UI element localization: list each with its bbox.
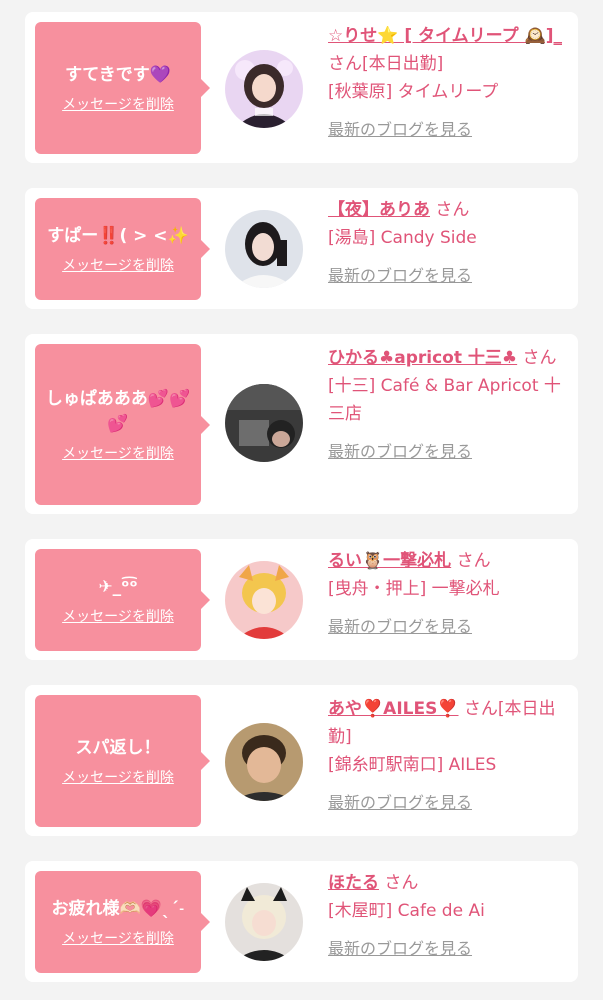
latest-blog-link[interactable]: 最新のブログを見る	[328, 262, 472, 286]
message-card: ✈︎_ᵒ͡ᵒ メッセージを削除 るい🦉一撃必札 さん [曳舟・押上] 一撃必札 …	[25, 539, 578, 660]
message-text: しゅぱあああ💕💕💕	[45, 388, 191, 434]
cast-name-link[interactable]: ほたる	[328, 873, 379, 893]
cast-name-link[interactable]: ☆りせ⭐ [ タイムリープ 🕰️]_	[328, 26, 562, 46]
cast-name-line: ☆りせ⭐ [ タイムリープ 🕰️]_ さん[本日出勤]	[328, 22, 563, 78]
message-list: すてきです💜 メッセージを削除 ☆りせ⭐ [ タイムリープ 🕰️]_ さん[本日…	[0, 0, 603, 1000]
cast-name-line: ほたる さん	[328, 869, 563, 897]
message-text: すぱー‼️( > <✨	[47, 225, 189, 246]
shop-label: [曳舟・押上] 一撃必札	[328, 579, 500, 599]
message-text: すてきです💜	[65, 64, 171, 85]
message-card: すてきです💜 メッセージを削除 ☆りせ⭐ [ タイムリープ 🕰️]_ さん[本日…	[25, 12, 578, 163]
shop-label: [木屋町] Cafe de Ai	[328, 901, 485, 921]
avatar[interactable]	[225, 50, 303, 128]
avatar[interactable]	[225, 723, 303, 801]
delete-message-link[interactable]: メッセージを削除	[62, 443, 174, 463]
honorific: さん	[435, 200, 470, 220]
cast-name-line: あや❣️AILES❣️ さん[本日出勤]	[328, 695, 563, 751]
message-bubble: ✈︎_ᵒ͡ᵒ メッセージを削除	[35, 549, 210, 651]
honorific: さん	[456, 551, 491, 571]
cast-info: あや❣️AILES❣️ さん[本日出勤] [錦糸町駅南口] AILES 最新のブ…	[328, 695, 563, 813]
cast-info: ほたる さん [木屋町] Cafe de Ai 最新のブログを見る	[328, 869, 563, 959]
work-status: [本日出勤]	[362, 54, 444, 74]
cast-info: ☆りせ⭐ [ タイムリープ 🕰️]_ さん[本日出勤] [秋葉原] タイムリープ…	[328, 22, 563, 140]
cast-name-line: 【夜】ありあ さん	[328, 196, 563, 224]
latest-blog-link[interactable]: 最新のブログを見る	[328, 438, 472, 462]
girl-photo-icon	[225, 883, 303, 961]
latest-blog-link[interactable]: 最新のブログを見る	[328, 935, 472, 959]
girl-photo-icon	[225, 210, 303, 288]
honorific: さん	[328, 54, 362, 74]
latest-blog-link[interactable]: 最新のブログを見る	[328, 613, 472, 637]
cast-info: 【夜】ありあ さん [湯島] Candy Side 最新のブログを見る	[328, 196, 563, 286]
avatar[interactable]	[225, 210, 303, 288]
latest-blog-link[interactable]: 最新のブログを見る	[328, 116, 472, 140]
girl-photo-icon	[225, 50, 303, 128]
message-bubble: お疲れ様🫶🏻💗ˎˊ˗ メッセージを削除	[35, 871, 210, 973]
cast-name-link[interactable]: 【夜】ありあ	[328, 200, 430, 220]
message-bubble: すぱー‼️( > <✨ メッセージを削除	[35, 198, 210, 300]
message-text: スパ返し！	[75, 737, 161, 758]
message-card: しゅぱあああ💕💕💕 メッセージを削除 ひかる♣apricot 十三♣ さん [十…	[25, 334, 578, 514]
delete-message-link[interactable]: メッセージを削除	[62, 255, 174, 275]
message-card: お疲れ様🫶🏻💗ˎˊ˗ メッセージを削除 ほたる さん [木屋町] Cafe de…	[25, 861, 578, 982]
girl-photo-icon	[225, 561, 303, 639]
message-bubble: しゅぱあああ💕💕💕 メッセージを削除	[35, 344, 210, 505]
cast-name-link[interactable]: るい🦉一撃必札	[328, 551, 451, 571]
shop-label: [秋葉原] タイムリープ	[328, 82, 499, 102]
honorific: さん	[384, 873, 419, 893]
message-text: お疲れ様🫶🏻💗ˎˊ˗	[51, 898, 185, 919]
message-card: スパ返し！ メッセージを削除 あや❣️AILES❣️ さん[本日出勤] [錦糸町…	[25, 685, 578, 836]
message-bubble: スパ返し！ メッセージを削除	[35, 695, 210, 827]
message-bubble: すてきです💜 メッセージを削除	[35, 22, 210, 154]
shop-label: [錦糸町駅南口] AILES	[328, 755, 497, 775]
message-text: ✈︎_ᵒ͡ᵒ	[98, 576, 138, 597]
shop-label: [十三] Café & Bar Apricot 十三店	[328, 376, 561, 424]
avatar[interactable]	[225, 883, 303, 961]
delete-message-link[interactable]: メッセージを削除	[62, 94, 174, 114]
cast-info: ひかる♣apricot 十三♣ さん [十三] Café & Bar Apric…	[328, 344, 563, 462]
delete-message-link[interactable]: メッセージを削除	[62, 928, 174, 948]
cast-name-link[interactable]: あや❣️AILES❣️	[328, 699, 459, 719]
avatar[interactable]	[225, 384, 303, 462]
message-card: すぱー‼️( > <✨ メッセージを削除 【夜】ありあ さん [湯島] Cand…	[25, 188, 578, 309]
girl-photo-icon	[225, 723, 303, 801]
cast-info: るい🦉一撃必札 さん [曳舟・押上] 一撃必札 最新のブログを見る	[328, 547, 563, 637]
girl-photo-icon	[225, 384, 303, 462]
avatar[interactable]	[225, 561, 303, 639]
delete-message-link[interactable]: メッセージを削除	[62, 606, 174, 626]
cast-name-link[interactable]: ひかる♣apricot 十三♣	[328, 348, 517, 368]
delete-message-link[interactable]: メッセージを削除	[62, 767, 174, 787]
honorific: さん	[463, 699, 498, 719]
shop-label: [湯島] Candy Side	[328, 228, 477, 248]
cast-name-line: ひかる♣apricot 十三♣ さん	[328, 344, 563, 372]
cast-name-line: るい🦉一撃必札 さん	[328, 547, 563, 575]
latest-blog-link[interactable]: 最新のブログを見る	[328, 789, 472, 813]
honorific: さん	[522, 348, 557, 368]
